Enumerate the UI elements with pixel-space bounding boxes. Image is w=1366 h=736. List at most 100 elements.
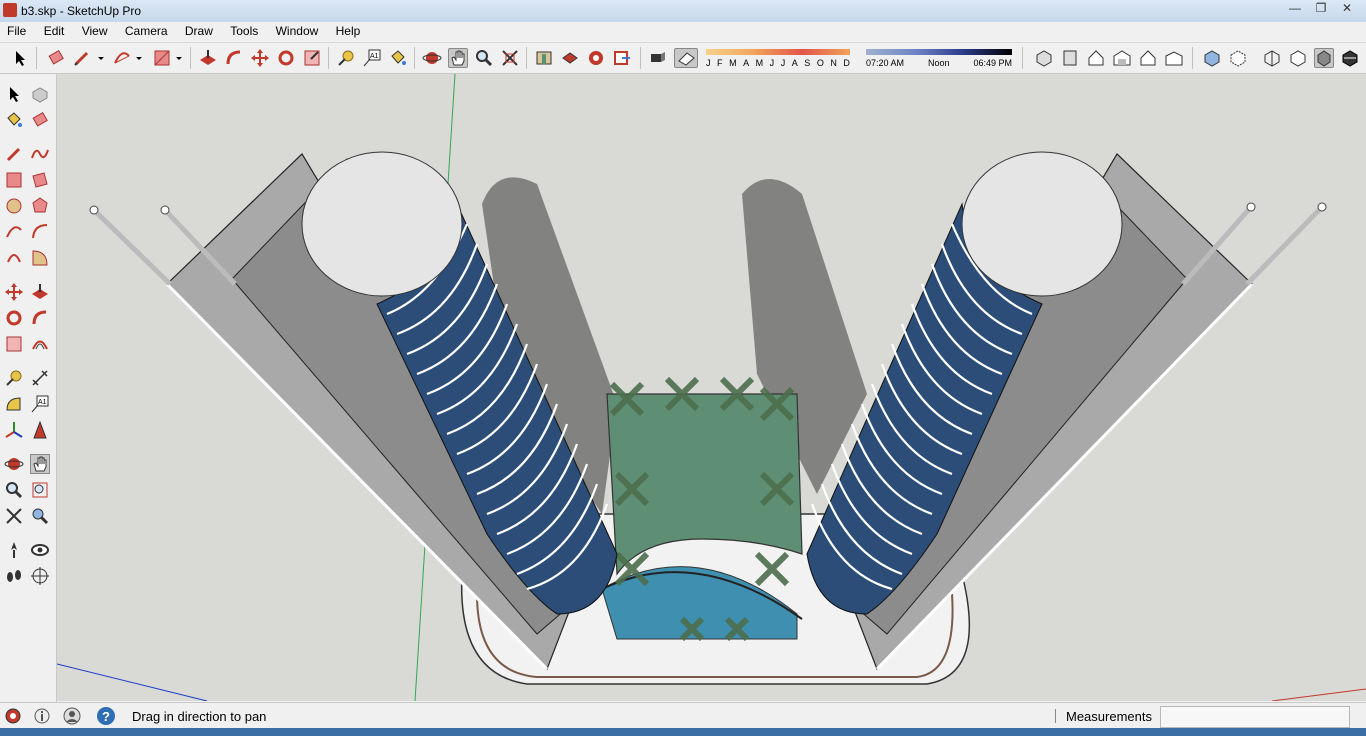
help-question-icon[interactable]: ? (96, 706, 116, 726)
wireframe-style-icon[interactable] (1262, 48, 1282, 68)
previous-view-icon[interactable] (30, 506, 50, 526)
geo-location-icon[interactable] (4, 707, 22, 725)
section-plane-icon[interactable] (30, 566, 50, 586)
orbit-icon[interactable] (422, 48, 442, 68)
follow-me-icon[interactable] (224, 48, 244, 68)
right-view-icon[interactable] (1112, 48, 1132, 68)
shaded-textures-style-icon[interactable] (1340, 48, 1360, 68)
pan-hand-icon[interactable] (30, 454, 50, 474)
shadow-time-slider[interactable]: 07:20 AM Noon 06:49 PM (866, 45, 1012, 71)
rotate-icon[interactable] (276, 48, 296, 68)
arc-icon[interactable] (112, 48, 132, 68)
circle-icon[interactable] (4, 196, 24, 216)
axes-icon[interactable] (4, 420, 24, 440)
hidden-line-style-icon[interactable] (1288, 48, 1308, 68)
polygon-icon[interactable] (30, 196, 50, 216)
close-icon[interactable]: ✕ (1334, 0, 1360, 17)
scale-icon[interactable] (4, 334, 24, 354)
arc-icon[interactable] (4, 222, 24, 242)
dimension-icon[interactable] (30, 368, 50, 388)
protractor-icon[interactable] (4, 394, 24, 414)
orbit-icon[interactable] (4, 454, 24, 474)
menu-edit[interactable]: Edit (37, 22, 72, 38)
menu-draw[interactable]: Draw (178, 22, 220, 38)
back-view-icon[interactable] (1138, 48, 1158, 68)
measurements-input[interactable] (1160, 706, 1350, 728)
pan-hand-icon[interactable] (448, 48, 468, 68)
paint-bucket-icon[interactable] (4, 110, 24, 130)
menu-window[interactable]: Window (269, 22, 326, 38)
zoom-icon[interactable] (4, 480, 24, 500)
freehand-icon[interactable] (30, 144, 50, 164)
look-around-eye-icon[interactable] (30, 540, 50, 560)
menu-tools[interactable]: Tools (223, 22, 265, 38)
shape-dropdown-chevron-icon[interactable] (174, 48, 184, 68)
minimize-icon[interactable]: — (1282, 0, 1308, 17)
pie-icon[interactable] (30, 248, 50, 268)
back-edges-style-icon[interactable] (1228, 48, 1248, 68)
shadows-display-icon[interactable] (674, 48, 698, 68)
right-mast-1 (1245, 205, 1324, 286)
extension-warehouse-icon[interactable] (586, 48, 606, 68)
modeling-viewport[interactable] (57, 74, 1366, 701)
follow-me-icon[interactable] (30, 308, 50, 328)
line-icon[interactable] (4, 144, 24, 164)
select-arrow-icon[interactable] (4, 84, 24, 104)
tape-measure-icon[interactable] (4, 368, 24, 388)
three-point-arc-icon[interactable] (4, 248, 24, 268)
select-arrow-icon[interactable] (10, 48, 30, 68)
sketchup-app-icon (3, 3, 17, 17)
layout-send-icon[interactable] (612, 48, 632, 68)
zoom-icon[interactable] (474, 48, 494, 68)
paint-bucket-icon[interactable] (388, 48, 408, 68)
rotated-rectangle-icon[interactable] (30, 170, 50, 190)
arc-dropdown-chevron-icon[interactable] (134, 48, 144, 68)
position-camera-icon[interactable] (4, 540, 24, 560)
blue-axis (57, 663, 208, 701)
menu-view[interactable]: View (75, 22, 115, 38)
move-icon[interactable] (250, 48, 270, 68)
two-point-arc-icon[interactable] (30, 222, 50, 242)
maximize-icon[interactable]: ❐ (1308, 0, 1334, 17)
left-view-icon[interactable] (1164, 48, 1184, 68)
month-label: J (769, 58, 775, 68)
rectangle-icon[interactable] (152, 48, 172, 68)
eraser-icon[interactable] (30, 110, 50, 130)
user-account-icon[interactable] (62, 707, 82, 725)
front-view-icon[interactable] (1086, 48, 1106, 68)
month-slider-track[interactable] (706, 49, 850, 55)
zoom-extents-icon[interactable] (4, 506, 24, 526)
tape-measure-icon[interactable] (336, 48, 356, 68)
rotate-icon[interactable] (4, 308, 24, 328)
push-pull-icon[interactable] (30, 282, 50, 302)
xray-style-icon[interactable] (1202, 48, 1222, 68)
text-label-icon[interactable]: A1 (362, 48, 382, 68)
zoom-extents-icon[interactable] (500, 48, 520, 68)
shadow-month-slider[interactable]: J F M A M J J A S O N D (706, 45, 850, 71)
walk-footprints-icon[interactable] (4, 566, 24, 586)
top-view-icon[interactable] (1060, 48, 1080, 68)
eraser-icon[interactable] (46, 48, 66, 68)
move-icon[interactable] (4, 282, 24, 302)
make-component-icon[interactable] (30, 84, 50, 104)
credits-info-icon[interactable] (33, 707, 51, 725)
shadows-toggle-icon[interactable] (648, 48, 668, 68)
menu-help[interactable]: Help (329, 22, 368, 38)
text-label-icon[interactable]: A1 (30, 394, 50, 414)
iso-view-icon[interactable] (1034, 48, 1054, 68)
shaded-style-icon[interactable] (1314, 48, 1334, 68)
menu-file[interactable]: File (0, 22, 33, 38)
pencil-line-icon[interactable] (72, 48, 92, 68)
menu-camera[interactable]: Camera (118, 22, 175, 38)
time-slider-track[interactable] (866, 49, 1012, 55)
warehouse-models-icon[interactable] (534, 48, 554, 68)
rectangle-icon[interactable] (4, 170, 24, 190)
line-dropdown-chevron-icon[interactable] (96, 48, 106, 68)
zoom-window-icon[interactable] (30, 480, 50, 500)
push-pull-icon[interactable] (198, 48, 218, 68)
3d-text-icon[interactable] (30, 420, 50, 440)
month-label: D (843, 58, 850, 68)
offset-icon[interactable] (30, 334, 50, 354)
scale-icon[interactable] (302, 48, 322, 68)
share-model-icon[interactable] (560, 48, 580, 68)
